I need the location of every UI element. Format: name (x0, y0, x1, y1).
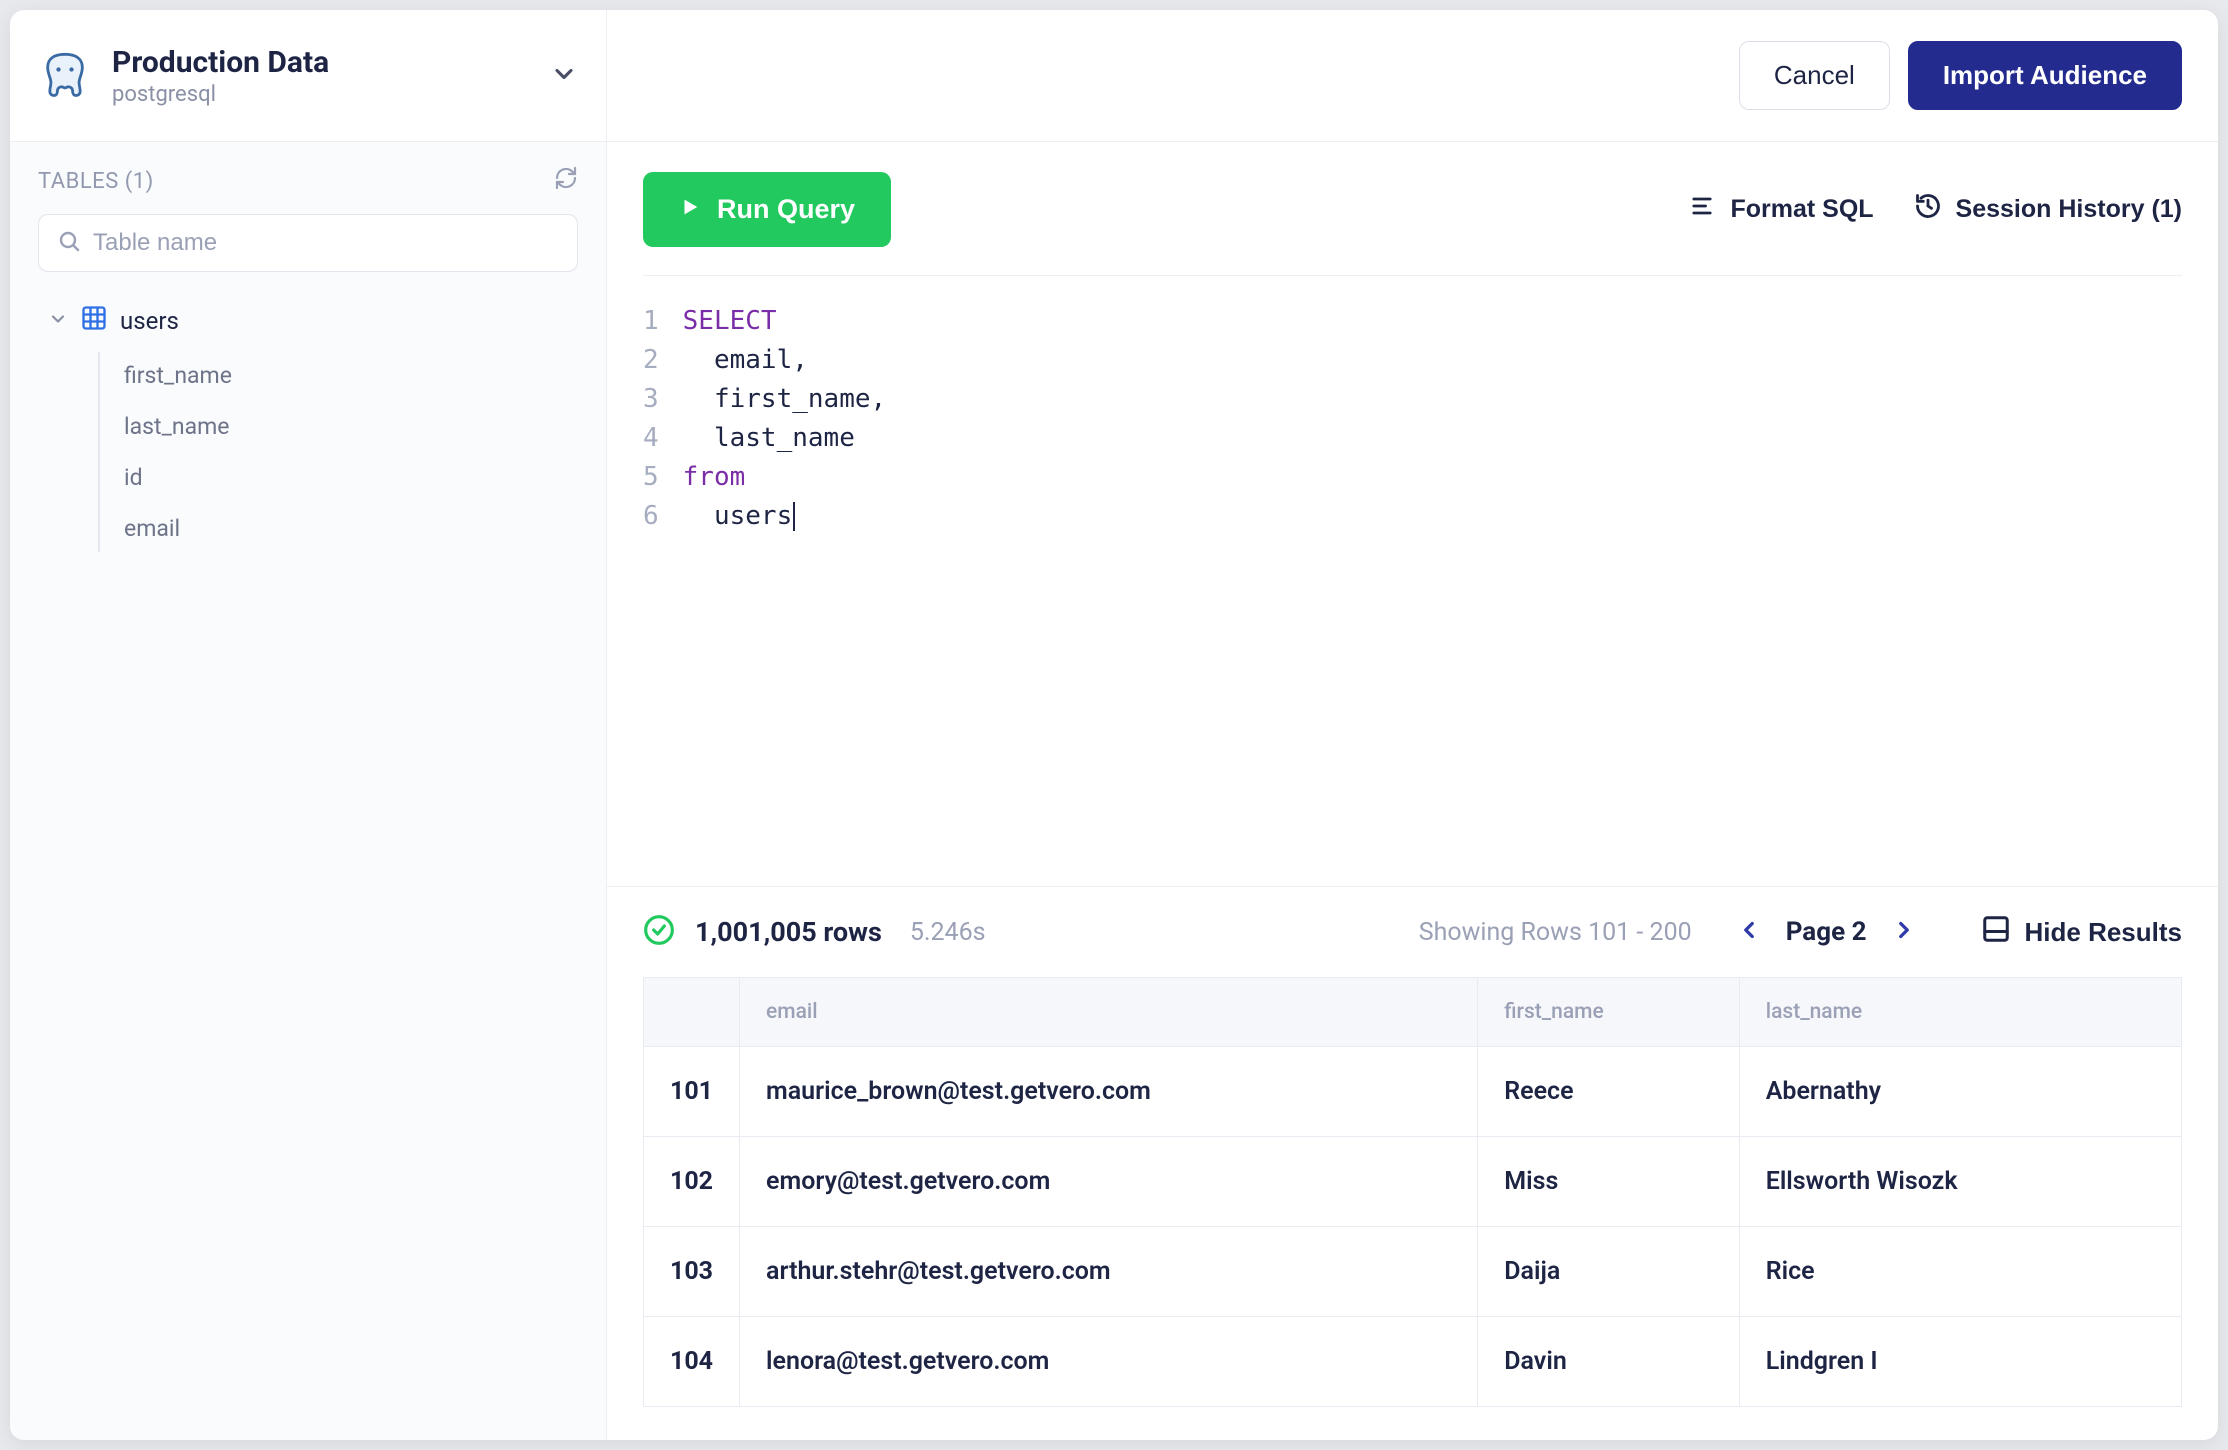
refresh-icon[interactable] (554, 166, 578, 196)
run-query-button[interactable]: Run Query (643, 172, 891, 247)
cell: Rice (1739, 1227, 2181, 1317)
database-subtitle: postgresql (112, 82, 530, 107)
play-icon (679, 194, 701, 225)
cell: Miss (1478, 1137, 1739, 1227)
import-audience-button[interactable]: Import Audience (1908, 41, 2182, 110)
row-number: 101 (644, 1047, 740, 1137)
sql-editor[interactable]: 1 2 3 4 5 6 SELECT email, first_name, la… (643, 275, 2182, 886)
table-icon (80, 304, 108, 338)
column-header[interactable]: last_name (1739, 978, 2181, 1047)
database-selector[interactable]: Production Data postgresql (10, 10, 607, 141)
format-sql-button[interactable]: Format SQL (1688, 192, 1873, 227)
table-row[interactable]: 101maurice_brown@test.getvero.comReeceAb… (644, 1047, 2182, 1137)
row-number: 103 (644, 1227, 740, 1317)
table-node-users[interactable]: users (38, 296, 578, 346)
session-history-button[interactable]: Session History (1) (1914, 192, 2182, 227)
cell: maurice_brown@test.getvero.com (740, 1047, 1478, 1137)
content: Run Query Format SQL Session History (1) (607, 142, 2218, 1440)
pager: Page 2 (1732, 913, 1921, 951)
row-count: 1,001,005 rows (695, 916, 882, 948)
column-header[interactable]: first_name (1478, 978, 1739, 1047)
row-number: 102 (644, 1137, 740, 1227)
results-status-bar: 1,001,005 rows 5.246s Showing Rows 101 -… (607, 886, 2218, 977)
cell: Reece (1478, 1047, 1739, 1137)
cell: arthur.stehr@test.getvero.com (740, 1227, 1478, 1317)
topbar-actions: Cancel Import Audience (607, 10, 2218, 141)
cell: Davin (1478, 1317, 1739, 1407)
database-title: Production Data (112, 45, 530, 80)
query-timing: 5.246s (910, 918, 986, 947)
column-item[interactable]: id (124, 454, 578, 501)
cell: lenora@test.getvero.com (740, 1317, 1478, 1407)
table-row[interactable]: 102emory@test.getvero.comMissEllsworth W… (644, 1137, 2182, 1227)
table-tree: users first_name last_name id email (38, 296, 578, 552)
cell: Ellsworth Wisozk (1739, 1137, 2181, 1227)
session-history-label: Session History (1) (1956, 195, 2182, 224)
row-number: 104 (644, 1317, 740, 1407)
results-table: email first_name last_name 101maurice_br… (643, 977, 2182, 1407)
column-item[interactable]: first_name (124, 352, 578, 399)
table-search-input[interactable] (93, 229, 559, 257)
rows-range: Showing Rows 101 - 200 (1419, 918, 1692, 947)
results-table-wrap: email first_name last_name 101maurice_br… (607, 977, 2218, 1440)
query-toolbar: Run Query Format SQL Session History (1) (607, 172, 2218, 275)
cell: Lindgren I (1739, 1317, 2181, 1407)
success-icon (643, 914, 675, 950)
postgresql-icon (38, 49, 92, 103)
panel-icon (1981, 914, 2011, 951)
topbar: Production Data postgresql Cancel Import… (10, 10, 2218, 142)
column-item[interactable]: email (124, 505, 578, 552)
cell: Daija (1478, 1227, 1739, 1317)
column-list: first_name last_name id email (98, 352, 578, 552)
sidebar: TABLES (1) users (10, 142, 607, 1440)
table-row[interactable]: 103arthur.stehr@test.getvero.comDaijaRic… (644, 1227, 2182, 1317)
cancel-button[interactable]: Cancel (1739, 41, 1890, 110)
database-info: Production Data postgresql (112, 45, 530, 107)
chevron-down-icon (48, 307, 68, 335)
page-label: Page 2 (1786, 917, 1867, 947)
hide-results-label: Hide Results (2025, 917, 2183, 948)
format-icon (1688, 192, 1716, 227)
next-page-button[interactable] (1887, 913, 1921, 951)
search-icon (57, 229, 81, 257)
chevron-down-icon (550, 60, 578, 92)
prev-page-button[interactable] (1732, 913, 1766, 951)
cell: emory@test.getvero.com (740, 1137, 1478, 1227)
row-number-header (644, 978, 740, 1047)
table-search[interactable] (38, 214, 578, 272)
format-sql-label: Format SQL (1730, 195, 1873, 224)
history-icon (1914, 192, 1942, 227)
table-name-label: users (120, 307, 179, 335)
table-row[interactable]: 104lenora@test.getvero.comDavinLindgren … (644, 1317, 2182, 1407)
cell: Abernathy (1739, 1047, 2181, 1137)
hide-results-button[interactable]: Hide Results (1981, 914, 2183, 951)
run-query-label: Run Query (717, 194, 855, 225)
tables-header-label: TABLES (1) (38, 169, 154, 194)
main: TABLES (1) users (10, 142, 2218, 1440)
column-item[interactable]: last_name (124, 403, 578, 450)
column-header[interactable]: email (740, 978, 1478, 1047)
app-window: Production Data postgresql Cancel Import… (10, 10, 2218, 1440)
tables-header: TABLES (1) (38, 166, 578, 196)
